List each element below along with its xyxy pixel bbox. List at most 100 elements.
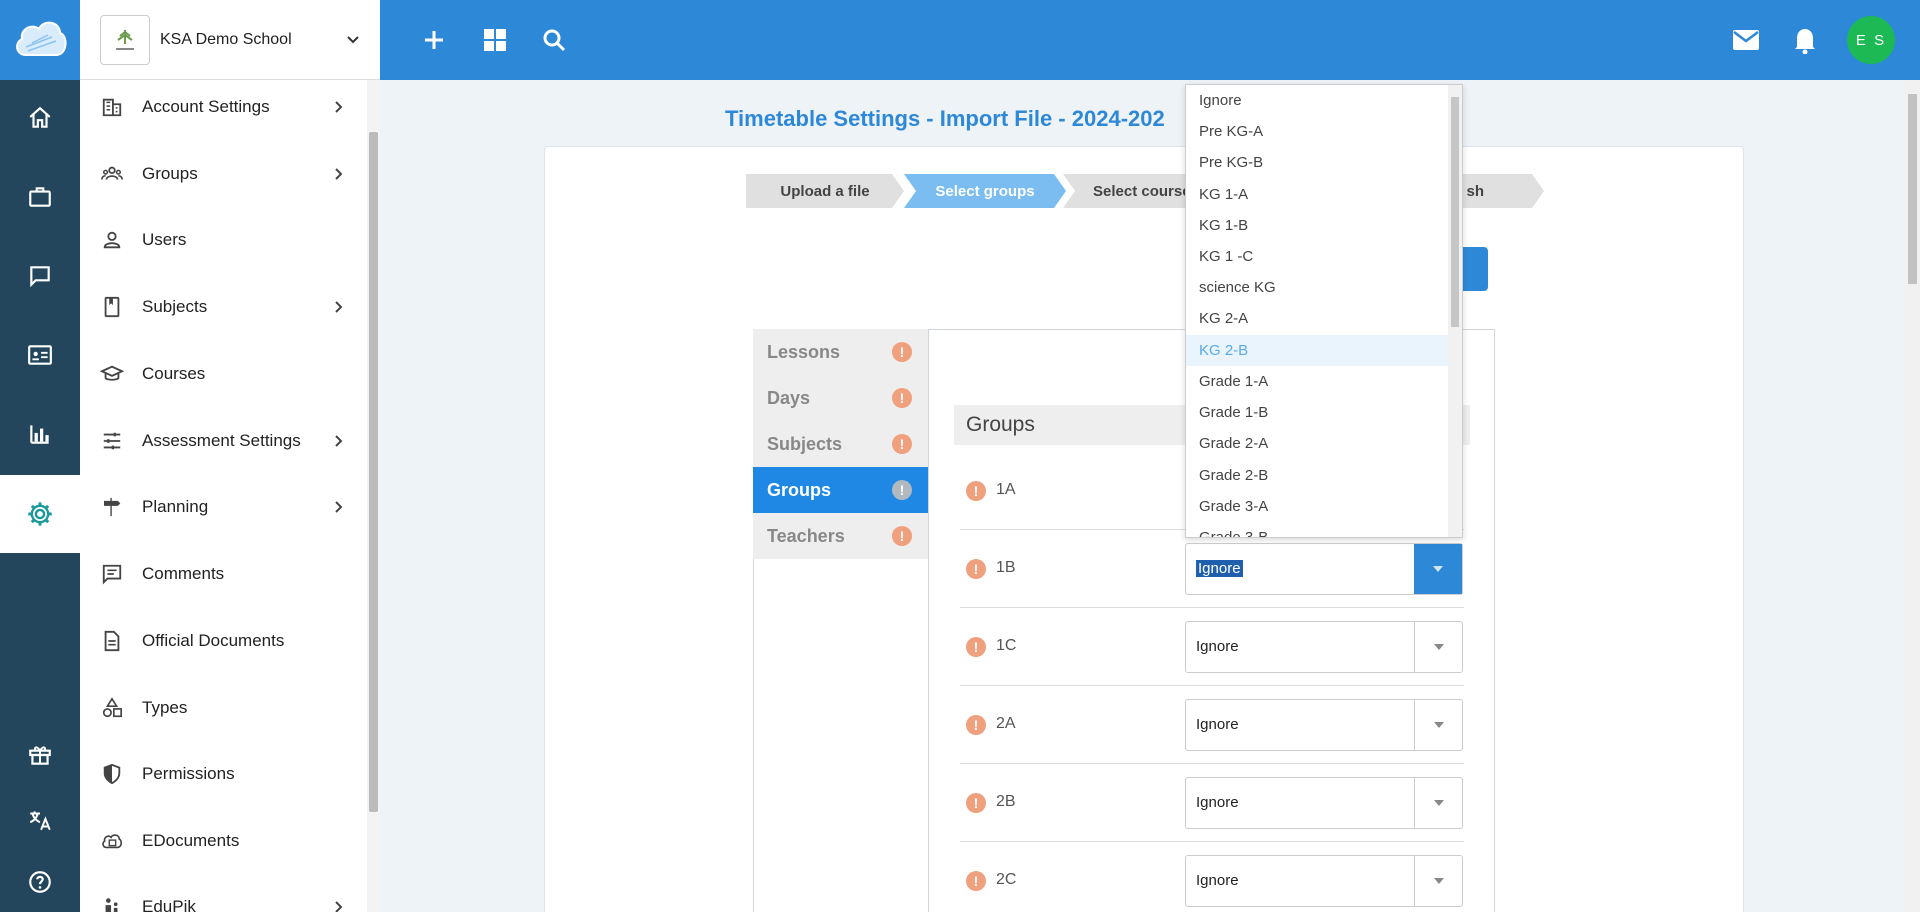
menu-label: Permissions: [142, 764, 235, 783]
warning-icon: !: [892, 342, 912, 362]
group-name: 2A: [996, 715, 1016, 732]
group-name: 1C: [996, 637, 1017, 654]
dropdown-option[interactable]: KG 1-A: [1186, 179, 1450, 210]
group-name: 2C: [996, 871, 1017, 888]
dropdown-option[interactable]: Pre KG-A: [1186, 116, 1450, 147]
add-button[interactable]: [414, 20, 454, 60]
tab-teachers[interactable]: Teachers!: [753, 513, 928, 559]
tab-subjects[interactable]: Subjects!: [753, 421, 928, 467]
mail-button[interactable]: [1726, 20, 1766, 60]
person-icon: [103, 231, 121, 249]
dropdown-option[interactable]: KG 2-A: [1186, 303, 1450, 334]
menu-item-edocuments[interactable]: EDocuments: [80, 816, 360, 866]
help-icon: [29, 871, 51, 893]
warning-icon: !: [966, 793, 986, 813]
menu-scrollbar[interactable]: [367, 80, 380, 912]
group-row: ! 2A Ignore: [960, 686, 1464, 764]
menu-item-courses[interactable]: Courses: [80, 349, 360, 399]
rail-help[interactable]: [0, 852, 80, 912]
page-scrollbar-thumb[interactable]: [1908, 94, 1917, 284]
tab-lessons[interactable]: Lessons!: [753, 329, 928, 375]
dropdown-toggle[interactable]: [1414, 700, 1462, 750]
menu-item-planning[interactable]: Planning: [80, 482, 360, 532]
group-mapping-select[interactable]: Ignore: [1185, 777, 1463, 829]
dropdown-option[interactable]: KG 1 -C: [1186, 241, 1450, 272]
caret-down-icon: [1433, 878, 1444, 884]
app-logo[interactable]: [0, 0, 80, 80]
menu-label: Assessment Settings: [142, 431, 301, 450]
dropdown-scrollbar[interactable]: [1448, 85, 1462, 537]
menu-item-permissions[interactable]: Permissions: [80, 749, 360, 799]
step-label: Upload a file: [780, 182, 870, 200]
tab-label: Lessons: [767, 341, 841, 362]
select-value: Ignore: [1196, 716, 1239, 733]
group-options-dropdown: Ignore Pre KG-A Pre KG-B KG 1-A KG 1-B K…: [1185, 84, 1463, 538]
menu-item-assessment-settings[interactable]: Assessment Settings: [80, 416, 360, 466]
dropdown-toggle[interactable]: [1414, 778, 1462, 828]
graduation-cap-icon: [100, 365, 124, 381]
dropdown-option[interactable]: Pre KG-B: [1186, 147, 1450, 178]
notifications-button[interactable]: [1785, 20, 1825, 60]
tab-groups[interactable]: Groups!: [753, 467, 928, 513]
chevron-down-icon: [347, 35, 359, 43]
dropdown-option-highlighted[interactable]: KG 2-B: [1186, 335, 1450, 366]
group-mapping-select[interactable]: Ignore: [1185, 699, 1463, 751]
warning-icon: !: [892, 480, 912, 500]
settings-tabs: Lessons! Days! Subjects! Groups! Teacher…: [753, 329, 929, 912]
menu-item-edupik[interactable]: EduPik: [80, 882, 360, 912]
step-label: Select groups: [935, 182, 1035, 200]
dropdown-option[interactable]: Grade 1-A: [1186, 366, 1450, 397]
gear-icon: [28, 502, 52, 526]
dropdown-option[interactable]: Grade 1-B: [1186, 397, 1450, 428]
step-select-groups[interactable]: Select groups: [904, 174, 1066, 208]
rail-settings[interactable]: [0, 475, 80, 553]
top-bar: E S: [380, 0, 1920, 80]
menu-item-subjects[interactable]: Subjects: [80, 282, 360, 332]
rail-messages[interactable]: [0, 246, 80, 306]
group-mapping-select[interactable]: Ignore: [1185, 855, 1463, 907]
step-upload-file[interactable]: Upload a file: [746, 174, 904, 208]
tab-days[interactable]: Days!: [753, 375, 928, 421]
search-button[interactable]: [534, 20, 574, 60]
group-mapping-select[interactable]: Ignore: [1185, 621, 1463, 673]
dropdown-toggle[interactable]: [1414, 544, 1462, 594]
menu-scrollbar-thumb[interactable]: [369, 132, 378, 812]
shapes-icon: [102, 697, 122, 718]
group-mapping-select[interactable]: Ignore: [1185, 543, 1463, 595]
menu-label: EDocuments: [142, 831, 240, 850]
settings-menu: KSA Demo School Account Settings Groups …: [80, 0, 380, 912]
menu-item-types[interactable]: Types: [80, 683, 360, 733]
menu-item-users[interactable]: Users: [80, 215, 360, 265]
dropdown-option[interactable]: science KG: [1186, 272, 1450, 303]
menu-item-account-settings[interactable]: Account Settings: [80, 82, 360, 132]
rail-home[interactable]: [0, 88, 80, 148]
rail-id-card[interactable]: [0, 325, 80, 385]
menu-item-official-documents[interactable]: Official Documents: [80, 616, 360, 666]
family-icon: [105, 898, 118, 912]
dropdown-option[interactable]: Ignore: [1186, 85, 1450, 116]
group-name: 2B: [996, 793, 1016, 810]
dropdown-option[interactable]: KG 1-B: [1186, 210, 1450, 241]
dropdown-option[interactable]: Grade 2-B: [1186, 460, 1450, 491]
rail-gift[interactable]: [0, 725, 80, 785]
rail-portfolio[interactable]: [0, 167, 80, 227]
menu-label: Comments: [142, 564, 225, 583]
dropdown-option[interactable]: Grade 3-A: [1186, 491, 1450, 522]
dropdown-scrollbar-thumb[interactable]: [1451, 97, 1459, 327]
briefcase-icon: [29, 187, 51, 207]
rail-translate[interactable]: [0, 790, 80, 850]
group-row: ! 2C Ignore: [960, 842, 1464, 912]
menu-item-comments[interactable]: Comments: [80, 549, 360, 599]
user-avatar[interactable]: E S: [1847, 16, 1895, 64]
rail-reports[interactable]: [0, 404, 80, 464]
dropdown-option[interactable]: Grade 2-A: [1186, 428, 1450, 459]
dropdown-toggle[interactable]: [1414, 856, 1462, 906]
apps-button[interactable]: [475, 20, 515, 60]
caret-down-icon: [1433, 566, 1443, 572]
page-scrollbar[interactable]: [1905, 80, 1920, 912]
dropdown-toggle[interactable]: [1414, 622, 1462, 672]
school-selector[interactable]: KSA Demo School: [80, 0, 380, 80]
dropdown-option[interactable]: Grade 3-B: [1186, 522, 1450, 537]
cloud-logo-icon: [16, 21, 67, 56]
menu-item-groups[interactable]: Groups: [80, 149, 360, 199]
